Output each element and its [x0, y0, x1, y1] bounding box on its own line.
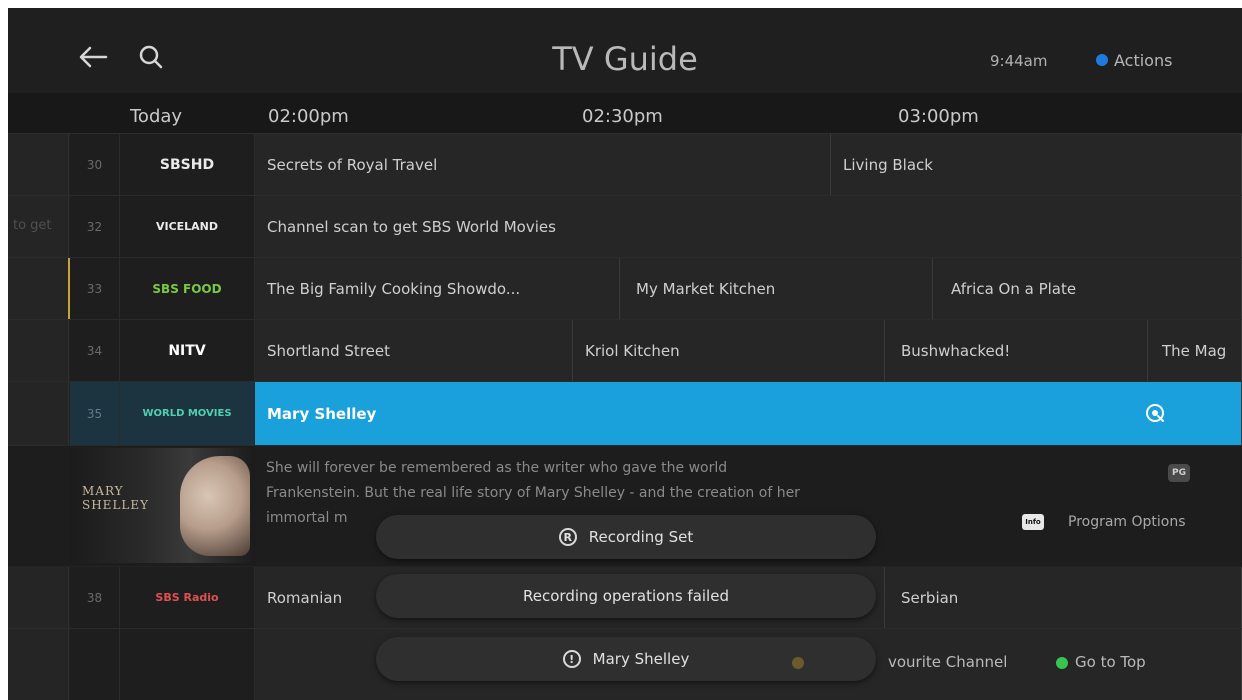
prev-program-text: to get — [13, 218, 52, 233]
favourite-dot-icon — [792, 657, 804, 669]
recording-failed-toast: Recording operations failed — [376, 574, 876, 618]
program-cell[interactable]: Living Black — [831, 134, 1242, 195]
channel-logo — [120, 629, 255, 700]
toast-text: Mary Shelley — [592, 650, 690, 668]
prev-column — [8, 258, 69, 319]
recording-icon[interactable] — [1144, 402, 1166, 424]
program-options-button[interactable]: Program Options — [1068, 514, 1186, 530]
program-cell[interactable]: Channel scan to get SBS World Movies — [255, 196, 1242, 257]
program-cell[interactable]: Africa On a Plate — [933, 258, 1242, 319]
channel-logo-world-movies: WORLD MOVIES — [120, 382, 255, 445]
time-slot-3: 03:00pm — [898, 106, 979, 127]
add-favourite-hint[interactable]: vourite Channel — [888, 653, 1007, 671]
prev-column — [8, 320, 69, 381]
channel-row-32: to get 32 VICELAND Channel scan to get S… — [8, 196, 1242, 258]
channel-number — [70, 629, 120, 700]
channel-logo-nitv: NITV — [120, 320, 255, 381]
toast-text: Recording Set — [588, 528, 694, 546]
program-cell[interactable]: Bushwhacked! — [885, 320, 1148, 381]
poster-title: MARY SHELLEY — [82, 484, 150, 512]
actions-dot-icon — [1096, 54, 1108, 66]
channel-row-33: 33 SBS FOOD The Big Family Cooking Showd… — [8, 258, 1242, 320]
channel-number: 35 — [70, 382, 120, 445]
prev-column — [8, 382, 69, 445]
tv-guide-screen: TV Guide 9:44am Actions Today 02:00pm 02… — [8, 8, 1242, 700]
program-cell[interactable]: The Mag — [1148, 320, 1242, 381]
prev-column: to get — [8, 196, 69, 257]
page-title: TV Guide — [552, 40, 698, 78]
top-bar: TV Guide 9:44am Actions — [8, 8, 1242, 93]
prev-column — [8, 134, 69, 195]
actions-button[interactable]: Actions — [1114, 51, 1172, 70]
time-slot-1: 02:00pm — [268, 106, 349, 127]
clock: 9:44am — [990, 52, 1048, 70]
synopsis-line: Frankenstein. But the real life story of… — [266, 485, 800, 501]
prev-column — [8, 567, 69, 628]
info-icon: Info — [1022, 514, 1044, 530]
selected-program-cell[interactable]: Mary Shelley — [255, 382, 1242, 445]
channel-logo-sbshd: SBSHD — [120, 134, 255, 195]
channel-number: 30 — [70, 134, 120, 195]
toast-text: Recording operations failed — [523, 587, 729, 605]
channel-row-35: 35 WORLD MOVIES Mary Shelley — [8, 382, 1242, 446]
program-cell[interactable]: Serbian — [885, 567, 1242, 628]
channel-number: 32 — [70, 196, 120, 257]
channel-logo-sbs-radio: SBS Radio — [120, 567, 255, 628]
program-cell[interactable]: Kriol Kitchen — [573, 320, 885, 381]
time-slot-2: 02:30pm — [582, 106, 663, 127]
timeline-header: Today 02:00pm 02:30pm 03:00pm — [8, 93, 1242, 134]
channel-number: 34 — [70, 320, 120, 381]
rating-badge: PG — [1168, 464, 1190, 482]
channel-row-30: 30 SBSHD Secrets of Royal Travel Living … — [8, 134, 1242, 196]
synopsis-line: She will forever be remembered as the wr… — [266, 460, 728, 476]
channel-number: 38 — [70, 567, 120, 628]
program-cell[interactable]: Shortland Street — [255, 320, 573, 381]
program-cell[interactable]: Secrets of Royal Travel — [255, 134, 831, 195]
channel-row-34: 34 NITV Shortland Street Kriol Kitchen B… — [8, 320, 1242, 382]
go-to-top-dot-icon — [1056, 657, 1068, 669]
program-poster: MARY SHELLEY — [70, 448, 255, 563]
channel-logo-sbs-food: SBS FOOD — [120, 258, 255, 319]
program-cell[interactable]: The Big Family Cooking Showdo... — [255, 258, 620, 319]
channel-number: 33 — [70, 258, 120, 319]
record-icon: R — [558, 528, 577, 546]
day-label: Today — [130, 106, 183, 127]
program-cell[interactable]: My Market Kitchen — [620, 258, 933, 319]
recording-set-toast: R Recording Set — [376, 515, 876, 559]
alert-icon: ! — [562, 650, 581, 668]
channel-logo-viceland: VICELAND — [120, 196, 255, 257]
go-to-top-button[interactable]: Go to Top — [1075, 653, 1146, 671]
poster-portrait — [180, 456, 250, 556]
prev-column — [8, 629, 69, 700]
